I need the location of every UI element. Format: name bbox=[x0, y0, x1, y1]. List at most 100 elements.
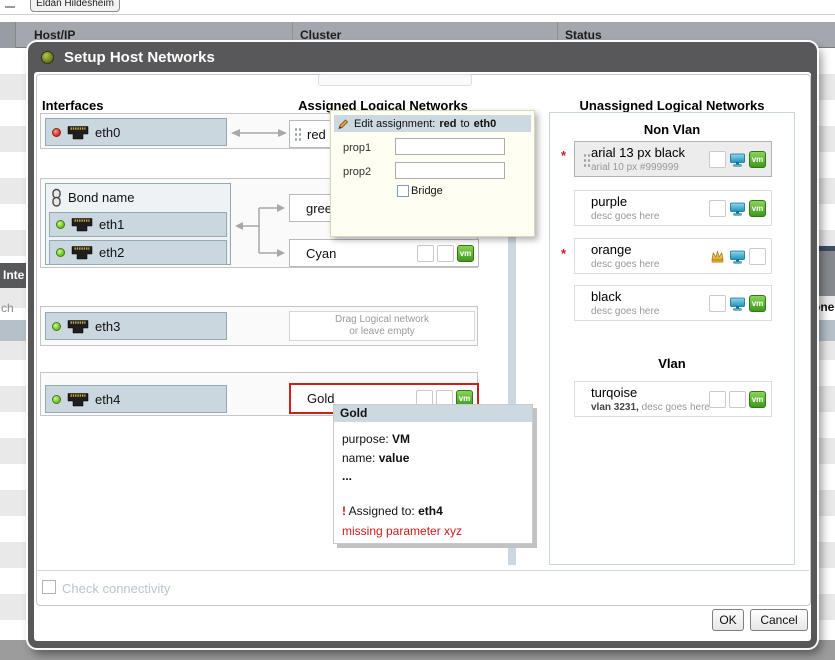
network-desc-text: desc goes here bbox=[642, 402, 710, 413]
name-value: value bbox=[379, 451, 410, 465]
background-subtab-label: Inte bbox=[3, 268, 24, 282]
prop1-label: prop1 bbox=[343, 142, 371, 154]
display-network-icon[interactable] bbox=[729, 295, 746, 312]
interface-label: eth0 bbox=[95, 125, 120, 140]
purpose-label: purpose: bbox=[342, 432, 389, 446]
tooltip-error-text: missing parameter xyz bbox=[342, 524, 462, 538]
network-name: orange bbox=[591, 242, 631, 257]
network-item-arial[interactable]: arial 13 px black arial 10 px #999999 vm bbox=[574, 141, 772, 177]
interface-eth1[interactable]: eth1 bbox=[49, 212, 227, 237]
status-down-icon bbox=[52, 128, 61, 137]
prop1-input[interactable] bbox=[395, 138, 505, 155]
empty-role-slot[interactable] bbox=[749, 248, 766, 265]
network-item-purple[interactable]: purple desc goes here vm bbox=[574, 190, 772, 226]
vm-network-icon[interactable]: vm bbox=[749, 295, 766, 312]
vm-network-icon[interactable]: vm bbox=[749, 151, 766, 168]
interface-eth0[interactable]: eth0 bbox=[45, 118, 227, 146]
assigned-network-cyan[interactable]: Cyan vm bbox=[289, 239, 479, 267]
nic-icon bbox=[71, 245, 93, 260]
display-network-icon[interactable] bbox=[729, 248, 746, 265]
tooltip-title: Gold bbox=[334, 405, 532, 422]
management-crown-icon[interactable] bbox=[709, 248, 726, 265]
interface-eth4[interactable]: eth4 bbox=[45, 385, 227, 413]
network-drop-target[interactable]: Drag Logical network or leave empty bbox=[289, 311, 475, 341]
purpose-value: VM bbox=[392, 432, 410, 446]
empty-role-slot[interactable] bbox=[437, 245, 454, 262]
network-item-turqoise[interactable]: turqoise vlan 3231, desc goes here vm bbox=[574, 381, 772, 417]
assigned-to-label: Assigned to: bbox=[349, 504, 415, 518]
network-label: Cyan bbox=[306, 246, 336, 261]
bond-container[interactable]: Bond name eth1 eth2 bbox=[45, 183, 231, 265]
drag-handle[interactable] bbox=[583, 153, 590, 167]
required-asterisk: * bbox=[561, 246, 566, 261]
empty-role-slot[interactable] bbox=[417, 245, 434, 262]
vlan-tag: vlan 3231, bbox=[591, 402, 639, 413]
network-name: arial 13 px black bbox=[591, 145, 685, 160]
network-desc: vlan 3231, desc goes here bbox=[591, 402, 710, 413]
network-desc: desc goes here bbox=[591, 211, 659, 222]
edit-pencil-icon bbox=[337, 117, 350, 130]
edit-assignment-popup: Edit assignment: red to eth0 prop1 prop2… bbox=[330, 110, 535, 237]
status-up-icon bbox=[52, 395, 61, 404]
dialog-body: Interfaces Assigned Logical Networks Una… bbox=[34, 72, 811, 641]
assignment-arrow bbox=[231, 127, 287, 139]
edit-assignment-title: Edit assignment: bbox=[354, 118, 435, 130]
interface-label: eth4 bbox=[95, 392, 120, 407]
bridge-label: Bridge bbox=[411, 185, 443, 197]
interface-label: eth3 bbox=[95, 319, 120, 334]
required-asterisk: * bbox=[561, 148, 566, 163]
edit-network-name: red bbox=[439, 118, 456, 130]
edit-assignment-header: Edit assignment: red to eth0 bbox=[334, 115, 531, 132]
dialog-title: Setup Host Networks bbox=[64, 49, 215, 66]
warning-mark: ! bbox=[342, 504, 346, 518]
display-network-icon[interactable] bbox=[729, 200, 746, 217]
name-label: name: bbox=[342, 451, 375, 465]
unassigned-networks-panel: Non Vlan * arial 13 px black arial 10 px… bbox=[549, 112, 795, 565]
dialog-title-bar[interactable]: Setup Host Networks bbox=[28, 42, 817, 72]
vm-network-icon[interactable]: vm bbox=[749, 391, 766, 408]
nic-icon bbox=[71, 217, 93, 232]
nic-icon bbox=[67, 392, 89, 407]
drag-handle[interactable] bbox=[294, 127, 301, 141]
assigned-to-value: eth4 bbox=[418, 504, 443, 518]
empty-role-slot[interactable] bbox=[729, 391, 746, 408]
empty-role-slot[interactable] bbox=[709, 200, 726, 217]
table-corner-cell bbox=[0, 22, 16, 48]
background-text-fragment: ch bbox=[1, 301, 14, 315]
gold-network-tooltip: Gold purpose: VM name: value ... ! Assig… bbox=[333, 404, 533, 544]
footer-divider bbox=[36, 570, 809, 571]
ok-button[interactable]: OK bbox=[712, 609, 744, 631]
network-item-orange[interactable]: orange desc goes here bbox=[574, 238, 772, 274]
status-up-icon bbox=[56, 248, 65, 257]
scroll-hint[interactable] bbox=[318, 74, 472, 86]
drop-placeholder-line1: Drag Logical network bbox=[335, 314, 429, 326]
empty-role-slot[interactable] bbox=[709, 295, 726, 312]
network-label: Gold bbox=[307, 391, 334, 406]
bond-assignment-connector bbox=[231, 193, 287, 263]
status-up-icon bbox=[52, 322, 61, 331]
vm-network-icon[interactable]: vm bbox=[457, 245, 474, 262]
interfaces-column-header: Interfaces bbox=[42, 98, 103, 113]
interface-eth2[interactable]: eth2 bbox=[49, 240, 227, 265]
table-header-host-ip: Host/IP bbox=[34, 28, 75, 42]
check-connectivity-checkbox[interactable] bbox=[42, 580, 56, 594]
interface-eth3[interactable]: eth3 bbox=[45, 312, 227, 340]
bridge-checkbox[interactable] bbox=[397, 185, 409, 197]
prop2-input[interactable] bbox=[395, 162, 505, 179]
drop-placeholder-line2: or leave empty bbox=[349, 326, 415, 338]
ellipsis: ... bbox=[342, 469, 352, 483]
vm-network-icon[interactable]: vm bbox=[749, 200, 766, 217]
user-button[interactable]: Eldan Hildesheim bbox=[30, 0, 120, 12]
cancel-button[interactable]: Cancel bbox=[750, 609, 808, 631]
table-header-cluster: Cluster bbox=[300, 28, 341, 42]
dialog-status-icon bbox=[41, 51, 54, 64]
toolbar-divider bbox=[0, 14, 835, 15]
network-name: black bbox=[591, 289, 621, 304]
empty-role-slot[interactable] bbox=[709, 391, 726, 408]
display-network-icon[interactable] bbox=[729, 151, 746, 168]
network-desc: arial 10 px #999999 bbox=[591, 162, 679, 173]
network-label: red bbox=[307, 127, 326, 142]
interface-label: eth1 bbox=[99, 217, 124, 232]
empty-role-slot[interactable] bbox=[709, 151, 726, 168]
network-item-black[interactable]: black desc goes here vm bbox=[574, 285, 772, 321]
